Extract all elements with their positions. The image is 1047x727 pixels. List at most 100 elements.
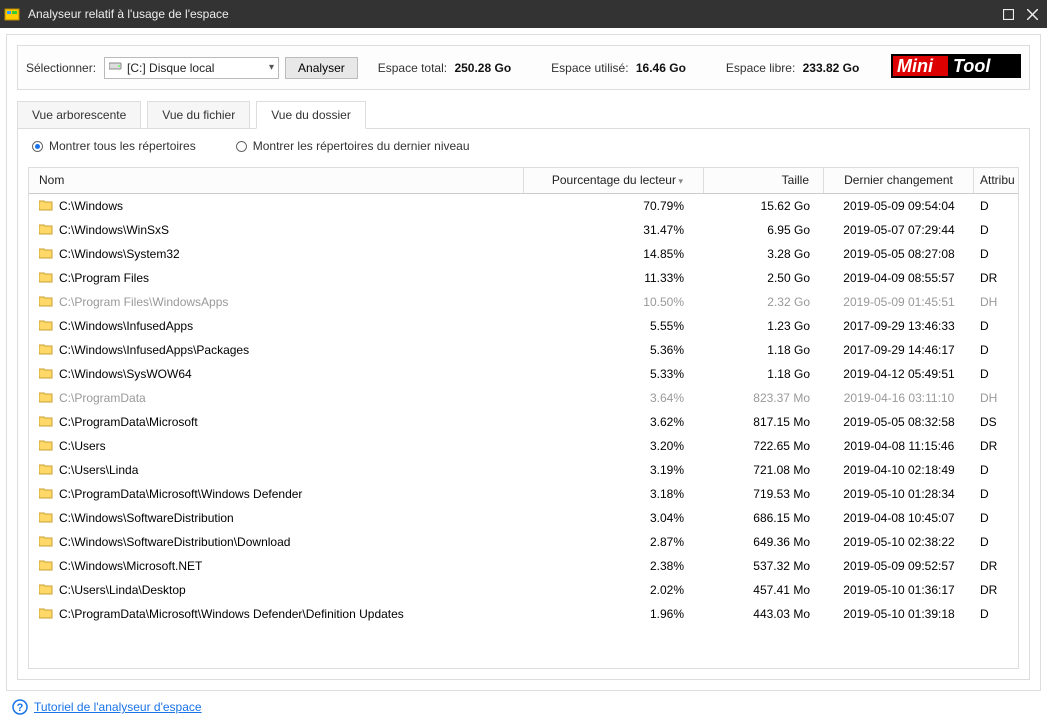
cell-name: C:\Windows\Microsoft.NET — [29, 556, 524, 576]
help-icon: ? — [12, 699, 28, 715]
table-row[interactable]: C:\Windows\SoftwareDistribution3.04%686.… — [29, 506, 1018, 530]
cell-date: 2019-05-10 02:38:22 — [824, 532, 974, 552]
select-label: Sélectionner: — [26, 61, 96, 75]
cell-name: C:\ProgramData\Microsoft\Windows Defende… — [29, 604, 524, 624]
cell-attr: DH — [974, 388, 1014, 408]
cell-name: C:\Program Files — [29, 268, 524, 288]
table-row[interactable]: C:\Windows\Microsoft.NET2.38%537.32 Mo20… — [29, 554, 1018, 578]
titlebar[interactable]: Analyseur relatif à l'usage de l'espace — [0, 0, 1047, 28]
table-row[interactable]: C:\Users\Linda\Desktop2.02%457.41 Mo2019… — [29, 578, 1018, 602]
col-header-size[interactable]: Taille — [704, 168, 824, 193]
table-row[interactable]: C:\Program Files11.33%2.50 Go2019-04-09 … — [29, 266, 1018, 290]
cell-date: 2019-04-16 03:11:10 — [824, 388, 974, 408]
radio-show-last-level[interactable]: Montrer les répertoires du dernier nivea… — [236, 139, 470, 153]
tab-file-view[interactable]: Vue du fichier — [147, 101, 250, 129]
cell-attr: D — [974, 316, 1014, 336]
table-row[interactable]: C:\ProgramData\Microsoft\Windows Defende… — [29, 482, 1018, 506]
folder-path: C:\Windows\InfusedApps — [59, 319, 193, 333]
folder-path: C:\Users\Linda — [59, 463, 138, 477]
col-header-percent[interactable]: Pourcentage du lecteur — [524, 168, 704, 193]
folder-path: C:\Program Files — [59, 271, 149, 285]
table-row[interactable]: C:\Windows\SoftwareDistribution\Download… — [29, 530, 1018, 554]
window-controls — [999, 5, 1041, 23]
cell-percent: 2.02% — [524, 580, 704, 600]
table-row[interactable]: C:\Windows\SysWOW645.33%1.18 Go2019-04-1… — [29, 362, 1018, 386]
drive-dropdown[interactable]: [C:] Disque local ▾ — [104, 57, 279, 79]
maximize-button[interactable] — [999, 5, 1017, 23]
cell-attr: D — [974, 244, 1014, 264]
folder-icon — [39, 200, 53, 211]
table-row[interactable]: C:\ProgramData\Microsoft\Windows Defende… — [29, 602, 1018, 626]
folder-path: C:\Windows — [59, 199, 123, 213]
cell-percent: 3.62% — [524, 412, 704, 432]
folder-icon — [39, 416, 53, 427]
cell-attr: D — [974, 508, 1014, 528]
cell-percent: 31.47% — [524, 220, 704, 240]
cell-size: 823.37 Mo — [704, 388, 824, 408]
cell-percent: 5.36% — [524, 340, 704, 360]
folder-path: C:\Windows\SoftwareDistribution\Download — [59, 535, 290, 549]
cell-name: C:\Users — [29, 436, 524, 456]
close-button[interactable] — [1023, 5, 1041, 23]
cell-name: C:\ProgramData\Microsoft\Windows Defende… — [29, 484, 524, 504]
cell-attr: D — [974, 340, 1014, 360]
cell-size: 1.18 Go — [704, 364, 824, 384]
folder-icon — [39, 512, 53, 523]
table-row[interactable]: C:\ProgramData\Microsoft3.62%817.15 Mo20… — [29, 410, 1018, 434]
folder-icon — [39, 296, 53, 307]
data-grid: Nom Pourcentage du lecteur Taille Dernie… — [28, 167, 1019, 669]
folder-path: C:\Windows\WinSxS — [59, 223, 169, 237]
table-row[interactable]: C:\Windows\WinSxS31.47%6.95 Go2019-05-07… — [29, 218, 1018, 242]
cell-percent: 5.55% — [524, 316, 704, 336]
cell-attr: D — [974, 460, 1014, 480]
svg-text:Tool: Tool — [953, 56, 991, 76]
inner-frame: Sélectionner: [C:] Disque local ▾ Analys… — [6, 34, 1041, 691]
cell-date: 2019-05-05 08:27:08 — [824, 244, 974, 264]
space-total-label: Espace total: — [378, 61, 447, 75]
filter-radios: Montrer tous les répertoires Montrer les… — [18, 129, 1029, 163]
footer: ? Tutoriel de l'analyseur d'espace — [6, 691, 1041, 721]
cell-date: 2019-05-10 01:28:34 — [824, 484, 974, 504]
app-icon — [4, 6, 20, 22]
cell-percent: 3.19% — [524, 460, 704, 480]
cell-attr: DH — [974, 292, 1014, 312]
analyze-button[interactable]: Analyser — [285, 57, 358, 79]
folder-icon — [39, 440, 53, 451]
folder-path: C:\ProgramData\Microsoft\Windows Defende… — [59, 607, 404, 621]
table-row[interactable]: C:\Program Files\WindowsApps10.50%2.32 G… — [29, 290, 1018, 314]
table-row[interactable]: C:\Users\Linda3.19%721.08 Mo2019-04-10 0… — [29, 458, 1018, 482]
cell-percent: 10.50% — [524, 292, 704, 312]
col-header-date[interactable]: Dernier changement — [824, 168, 974, 193]
table-row[interactable]: C:\Users3.20%722.65 Mo2019-04-08 11:15:4… — [29, 434, 1018, 458]
table-row[interactable]: C:\Windows70.79%15.62 Go2019-05-09 09:54… — [29, 194, 1018, 218]
col-header-name[interactable]: Nom — [29, 168, 524, 193]
table-row[interactable]: C:\Windows\InfusedApps\Packages5.36%1.18… — [29, 338, 1018, 362]
cell-date: 2019-04-12 05:49:51 — [824, 364, 974, 384]
table-row[interactable]: C:\Windows\System3214.85%3.28 Go2019-05-… — [29, 242, 1018, 266]
folder-icon — [39, 488, 53, 499]
folder-path: C:\Windows\Microsoft.NET — [59, 559, 202, 573]
cell-date: 2019-04-08 11:15:46 — [824, 436, 974, 456]
radio-show-all[interactable]: Montrer tous les répertoires — [32, 139, 196, 153]
cell-size: 722.65 Mo — [704, 436, 824, 456]
space-used-label: Espace utilisé: — [551, 61, 628, 75]
cell-size: 2.32 Go — [704, 292, 824, 312]
cell-size: 1.23 Go — [704, 316, 824, 336]
col-header-attr[interactable]: Attribu — [974, 168, 1014, 193]
folder-path: C:\ProgramData — [59, 391, 146, 405]
drive-icon — [109, 61, 123, 74]
table-row[interactable]: C:\ProgramData3.64%823.37 Mo2019-04-16 0… — [29, 386, 1018, 410]
cell-date: 2019-04-09 08:55:57 — [824, 268, 974, 288]
space-used: Espace utilisé: 16.46 Go — [551, 61, 686, 75]
tutorial-link[interactable]: Tutoriel de l'analyseur d'espace — [34, 700, 202, 714]
space-used-value: 16.46 Go — [636, 61, 686, 75]
grid-body[interactable]: C:\Windows70.79%15.62 Go2019-05-09 09:54… — [29, 194, 1018, 668]
cell-attr: D — [974, 604, 1014, 624]
table-row[interactable]: C:\Windows\InfusedApps 5.55%1.23 Go2017-0… — [29, 314, 1018, 338]
tab-folder-view[interactable]: Vue du dossier — [256, 101, 366, 129]
cell-name: C:\Users\Linda — [29, 460, 524, 480]
tab-tree-view[interactable]: Vue arborescente — [17, 101, 141, 129]
cell-size: 719.53 Mo — [704, 484, 824, 504]
cell-date: 2017-09-29 13:46:33 — [824, 316, 974, 336]
cell-name: C:\Users\Linda\Desktop — [29, 580, 524, 600]
